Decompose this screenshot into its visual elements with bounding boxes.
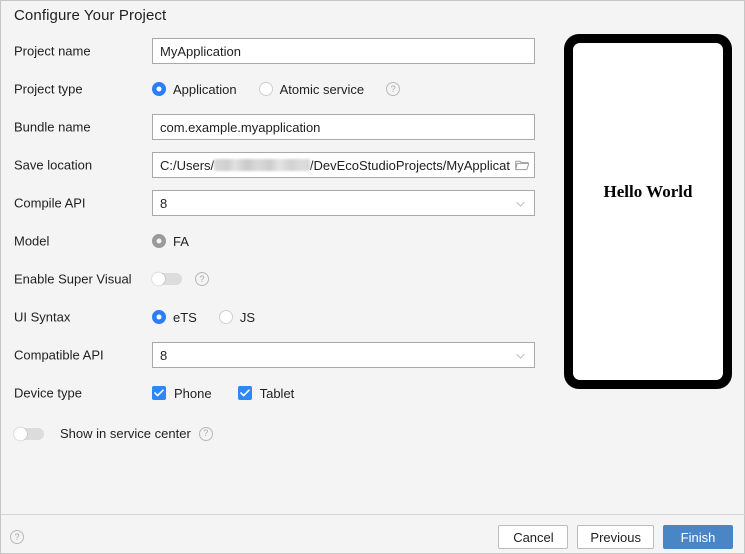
field-row-compatible-api: Compatible API 8: [1, 341, 546, 369]
save-location-redacted-username: [214, 159, 310, 171]
project-config-form: Project name MyApplication Project type …: [1, 37, 546, 417]
save-location-input[interactable]: C:/Users/ /DevEcoStudioProjects/MyApplica…: [152, 152, 535, 178]
previous-button[interactable]: Previous: [577, 525, 654, 549]
radio-option-application[interactable]: Application: [152, 82, 237, 97]
ui-syntax-radio-group: eTS JS: [152, 310, 277, 325]
ui-syntax-label: UI Syntax: [14, 309, 71, 325]
field-row-project-type: Project type Application Atomic service …: [1, 75, 546, 103]
radio-label-application: Application: [173, 81, 237, 97]
project-name-input[interactable]: MyApplication: [152, 38, 535, 64]
model-radio-group: FA: [152, 234, 211, 249]
bundle-name-label: Bundle name: [14, 119, 91, 135]
device-type-checkbox-group: Phone Tablet: [152, 386, 320, 401]
footer-button-bar: Cancel Previous Finish: [498, 525, 733, 549]
field-row-bundle-name: Bundle name com.example.myapplication: [1, 113, 546, 141]
field-row-save-location: Save location C:/Users/ /DevEcoStudioProj…: [1, 151, 546, 179]
checkbox-icon-tablet: [237, 386, 252, 400]
field-row-enable-super-visual: Enable Super Visual ?: [1, 265, 546, 293]
configure-project-dialog: Configure Your Project Project name MyAp…: [0, 0, 745, 554]
radio-icon-fa: [152, 234, 166, 248]
compatible-api-select[interactable]: 8: [152, 342, 535, 368]
radio-label-ets: eTS: [173, 309, 197, 325]
enable-super-visual-label: Enable Super Visual: [14, 271, 132, 287]
radio-option-atomic-service[interactable]: Atomic service: [258, 81, 365, 97]
device-type-label: Device type: [14, 385, 82, 401]
radio-icon-application: [152, 82, 166, 96]
help-icon-enable-super-visual[interactable]: ?: [195, 272, 209, 286]
toggle-enable-super-visual[interactable]: [152, 272, 182, 286]
toggle-knob: [14, 427, 27, 440]
folder-icon[interactable]: [514, 157, 530, 173]
device-preview-frame: Hello World: [564, 34, 732, 389]
project-type-label: Project type: [14, 81, 83, 97]
page-title: Configure Your Project: [14, 7, 167, 24]
radio-label-atomic-service: Atomic service: [279, 81, 365, 97]
checkbox-icon-phone: [152, 386, 166, 400]
checkbox-option-tablet[interactable]: Tablet: [237, 385, 295, 401]
model-label: Model: [14, 233, 50, 249]
project-name-label: Project name: [14, 43, 91, 59]
chevron-down-icon: [515, 350, 526, 361]
compile-api-label: Compile API: [14, 195, 86, 211]
radio-label-js: JS: [239, 309, 256, 325]
save-location-path-prefix: C:/Users/: [160, 157, 215, 173]
finish-button[interactable]: Finish: [663, 525, 733, 549]
checkbox-label-tablet: Tablet: [259, 385, 295, 401]
radio-icon-atomic-service: [258, 82, 273, 96]
bundle-name-input[interactable]: com.example.myapplication: [152, 114, 535, 140]
help-icon-footer[interactable]: ?: [10, 530, 24, 544]
field-row-device-type: Device type Phone Tablet: [1, 379, 546, 407]
show-in-service-center-label: Show in service center: [60, 426, 191, 441]
project-type-radio-group: Application Atomic service ?: [152, 81, 401, 97]
radio-option-ets[interactable]: eTS: [152, 310, 197, 325]
preview-hello-world-text: Hello World: [603, 182, 693, 201]
compatible-api-label: Compatible API: [14, 347, 104, 363]
checkbox-label-phone: Phone: [174, 385, 212, 401]
compile-api-value: 8: [160, 195, 168, 211]
toggle-show-in-service-center[interactable]: [14, 427, 44, 440]
compile-api-select[interactable]: 8: [152, 190, 535, 216]
radio-icon-js: [218, 310, 233, 324]
toggle-knob: [152, 272, 165, 286]
radio-icon-ets: [152, 310, 166, 324]
field-row-show-in-service-center: Show in service center ?: [14, 426, 213, 441]
help-icon-project-type[interactable]: ?: [386, 82, 401, 96]
compatible-api-value: 8: [160, 347, 168, 363]
device-preview-screen: Hello World: [573, 43, 723, 380]
field-row-ui-syntax: UI Syntax eTS JS: [1, 303, 546, 331]
footer-divider: [1, 514, 745, 515]
radio-option-fa: FA: [152, 234, 189, 249]
checkbox-option-phone[interactable]: Phone: [152, 386, 212, 401]
field-row-model: Model FA: [1, 227, 546, 255]
field-row-compile-api: Compile API 8: [1, 189, 546, 217]
save-location-path-suffix: /DevEcoStudioProjects/MyApplicat: [309, 157, 510, 173]
cancel-button[interactable]: Cancel: [498, 525, 569, 549]
field-row-project-name: Project name MyApplication: [1, 37, 546, 65]
radio-option-js[interactable]: JS: [218, 309, 256, 325]
help-icon-show-in-service-center[interactable]: ?: [198, 426, 213, 441]
chevron-down-icon: [515, 198, 526, 209]
save-location-label: Save location: [14, 157, 93, 173]
radio-label-fa: FA: [173, 233, 189, 249]
